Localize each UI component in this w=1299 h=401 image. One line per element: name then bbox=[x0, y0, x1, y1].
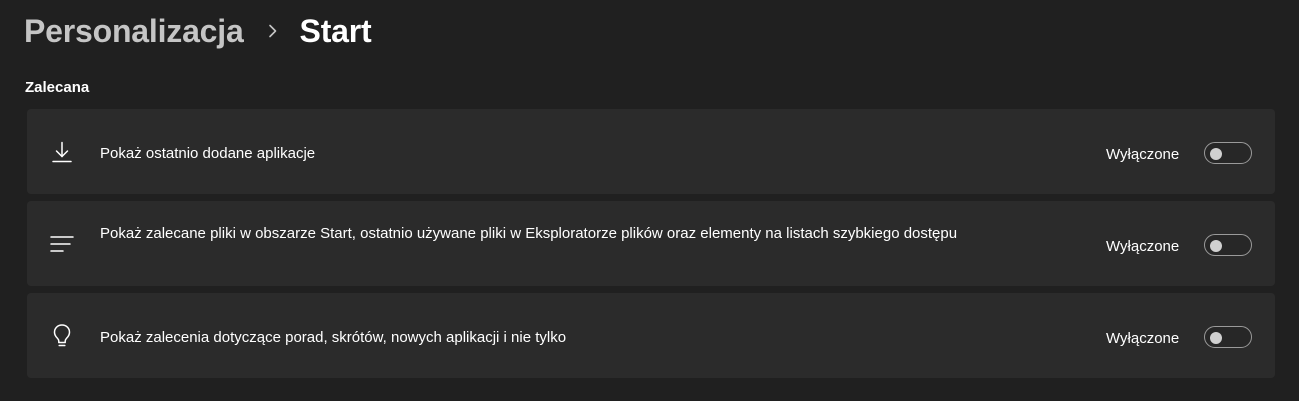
breadcrumb: Personalizacja Start bbox=[24, 8, 372, 54]
setting-tips-recommendations: Pokaż zalecenia dotyczące porad, skrótów… bbox=[27, 293, 1275, 378]
recommended-files-toggle[interactable] bbox=[1204, 234, 1252, 256]
setting-state-label: Wyłączone bbox=[1106, 330, 1180, 347]
toggle-knob bbox=[1210, 240, 1222, 252]
recently-added-apps-toggle[interactable] bbox=[1204, 142, 1252, 164]
toggle-knob bbox=[1210, 148, 1222, 160]
download-icon bbox=[49, 140, 75, 166]
chevron-right-icon bbox=[258, 24, 288, 38]
list-lines-icon bbox=[49, 232, 75, 258]
setting-label: Pokaż ostatnio dodane aplikacje bbox=[100, 145, 316, 162]
setting-label: Pokaż zalecane pliki w obszarze Start, o… bbox=[100, 225, 958, 242]
settings-page: Personalizacja Start Zalecana Pokaż osta… bbox=[0, 0, 1299, 401]
toggle-knob bbox=[1210, 332, 1222, 344]
setting-recently-added-apps: Pokaż ostatnio dodane aplikacje Wyłączon… bbox=[27, 109, 1275, 194]
breadcrumb-parent-link[interactable]: Personalizacja bbox=[24, 13, 244, 50]
setting-state-label: Wyłączone bbox=[1106, 238, 1180, 255]
lightbulb-icon bbox=[49, 323, 75, 349]
setting-recommended-files: Pokaż zalecane pliki w obszarze Start, o… bbox=[27, 201, 1275, 286]
tips-recommendations-toggle[interactable] bbox=[1204, 326, 1252, 348]
setting-label: Pokaż zalecenia dotyczące porad, skrótów… bbox=[100, 329, 567, 346]
section-title: Zalecana bbox=[25, 79, 90, 96]
page-title: Start bbox=[299, 12, 372, 49]
setting-state-label: Wyłączone bbox=[1106, 146, 1180, 163]
